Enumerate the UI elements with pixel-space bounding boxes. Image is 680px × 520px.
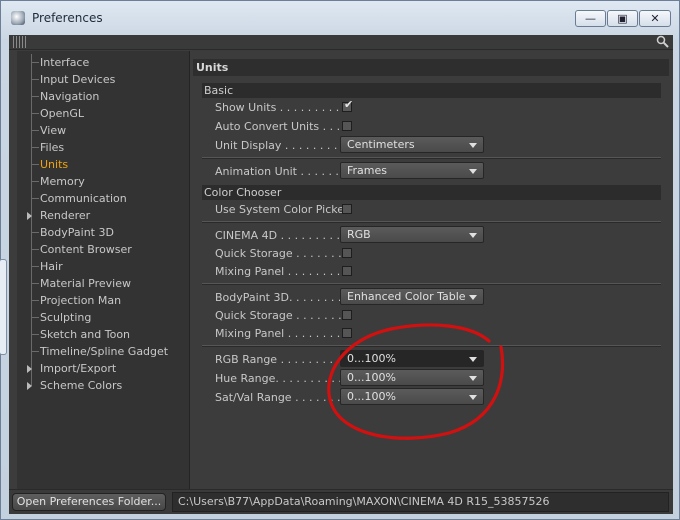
toolbar-strip (9, 35, 673, 50)
divider (202, 221, 661, 223)
section-title-units: Units (193, 59, 669, 76)
preferences-path-field[interactable]: C:\Users\B77\AppData\Roaming\MAXON\CINEM… (172, 492, 669, 512)
minimize-button[interactable]: — (575, 10, 606, 27)
bodypaint-picker-label: BodyPaint 3D. . . . . . . . . . (215, 291, 356, 304)
cinema4d-picker-label: CINEMA 4D . . . . . . . . . . (215, 229, 348, 242)
sidebar-item-label: Interface (40, 56, 90, 69)
rgb-range-label: RGB Range . . . . . . . . . . . (215, 353, 354, 366)
rgb-range-dropdown[interactable]: 0...100% (340, 350, 484, 367)
client-area: Interface Input Devices Navigation OpenG… (9, 35, 673, 514)
show-units-checkbox[interactable]: ✔ (342, 98, 354, 112)
close-button[interactable]: ✕ (639, 10, 671, 27)
sidebar-item-label: Communication (40, 192, 127, 205)
dropdown-value: Centimeters (347, 138, 415, 151)
chevron-down-icon (469, 357, 477, 362)
preferences-window: Preferences — ▣ ✕ Interface Input Device… (0, 0, 680, 520)
mixing-panel-label: Mixing Panel . . . . . . . . . (215, 265, 348, 278)
expand-arrow-icon[interactable] (27, 365, 32, 373)
chevron-down-icon (469, 395, 477, 400)
quick-storage-checkbox[interactable] (342, 248, 352, 258)
footer-bar: Open Preferences Folder... C:\Users\B77\… (9, 489, 673, 514)
mixing-panel-checkbox[interactable] (342, 266, 352, 276)
show-units-label: Show Units . . . . . . . . . . (215, 101, 347, 114)
sidebar-item-label: Timeline/Spline Gadget (40, 345, 169, 358)
sidebar-item-label: Scheme Colors (40, 379, 123, 392)
hue-range-label: Hue Range. . . . . . . . . . . . (215, 372, 356, 385)
sidebar-item-label: Renderer (40, 209, 91, 222)
sidebar-item-label: Units (40, 158, 69, 171)
use-system-color-picker-checkbox[interactable] (342, 204, 352, 214)
sidebar-item-label: Sculpting (40, 311, 92, 324)
sidebar-item-label: Hair (40, 260, 63, 273)
dropdown-value: 0...100% (347, 352, 396, 365)
checkmark-icon: ✔ (344, 98, 354, 111)
unit-display-dropdown[interactable]: Centimeters (340, 136, 484, 153)
quick-storage-checkbox[interactable] (342, 310, 352, 320)
use-system-color-picker-label: Use System Color Picker (215, 203, 349, 216)
sidebar-item-label: Sketch and Toon (40, 328, 131, 341)
group-header-basic: Basic (202, 83, 661, 98)
chevron-down-icon (469, 233, 477, 238)
quick-storage-label: Quick Storage . . . . . . . . (215, 247, 349, 260)
mixing-panel-label: Mixing Panel . . . . . . . . . (215, 327, 348, 340)
sidebar-item-label: Content Browser (40, 243, 132, 256)
sidebar-item-label: View (40, 124, 67, 137)
sidebar-item-label: Input Devices (40, 73, 116, 86)
search-icon[interactable] (656, 35, 669, 48)
animation-unit-dropdown[interactable]: Frames (340, 162, 484, 179)
sidebar-item-label: OpenGL (40, 107, 85, 120)
preferences-tree: Interface Input Devices Navigation OpenG… (17, 51, 190, 491)
hue-range-dropdown[interactable]: 0...100% (340, 369, 484, 386)
divider (202, 157, 661, 159)
group-header-color-chooser: Color Chooser (202, 185, 661, 200)
divider (202, 345, 661, 347)
sidebar-item-label: Material Preview (40, 277, 132, 290)
expand-arrow-icon[interactable] (27, 212, 32, 220)
chevron-down-icon (469, 169, 477, 174)
animation-unit-label: Animation Unit . . . . . . . (215, 165, 346, 178)
grip-icon[interactable] (13, 36, 27, 48)
sidebar-item-label: Navigation (40, 90, 100, 103)
units-settings-panel: Units Basic Show Units . . . . . . . . .… (193, 59, 669, 491)
maximize-button[interactable]: ▣ (607, 10, 638, 27)
dropdown-value: Frames (347, 164, 388, 177)
dropdown-value: 0...100% (347, 371, 396, 384)
chevron-down-icon (469, 376, 477, 381)
expand-arrow-icon[interactable] (27, 382, 32, 390)
auto-convert-units-label: Auto Convert Units . . . . (215, 120, 348, 133)
docked-panel-edge (0, 259, 7, 355)
sat-val-range-label: Sat/Val Range . . . . . . . . . (215, 391, 355, 404)
open-preferences-folder-button[interactable]: Open Preferences Folder... (12, 493, 166, 511)
dropdown-value: Enhanced Color Table (347, 290, 466, 303)
quick-storage-label: Quick Storage . . . . . . . . (215, 309, 349, 322)
unit-display-label: Unit Display . . . . . . . . . (215, 139, 345, 152)
title-bar[interactable]: Preferences — ▣ ✕ (1, 1, 679, 35)
sidebar-item-label: Import/Export (40, 362, 117, 375)
sidebar-item-label: Memory (40, 175, 85, 188)
bodypaint-picker-dropdown[interactable]: Enhanced Color Table (340, 288, 484, 305)
sidebar-item-label: Files (40, 141, 65, 154)
auto-convert-units-checkbox[interactable] (342, 121, 352, 131)
mixing-panel-checkbox[interactable] (342, 328, 352, 338)
dropdown-value: RGB (347, 228, 371, 241)
cinema4d-picker-dropdown[interactable]: RGB (340, 226, 484, 243)
chevron-down-icon (469, 295, 477, 300)
sidebar-item-label: BodyPaint 3D (40, 226, 114, 239)
cinema4d-app-icon (11, 11, 25, 25)
divider (202, 283, 661, 285)
sidebar-item-label: Projection Man (40, 294, 122, 307)
window-title: Preferences (32, 11, 103, 25)
dropdown-value: 0...100% (347, 390, 396, 403)
sat-val-range-dropdown[interactable]: 0...100% (340, 388, 484, 405)
chevron-down-icon (469, 143, 477, 148)
